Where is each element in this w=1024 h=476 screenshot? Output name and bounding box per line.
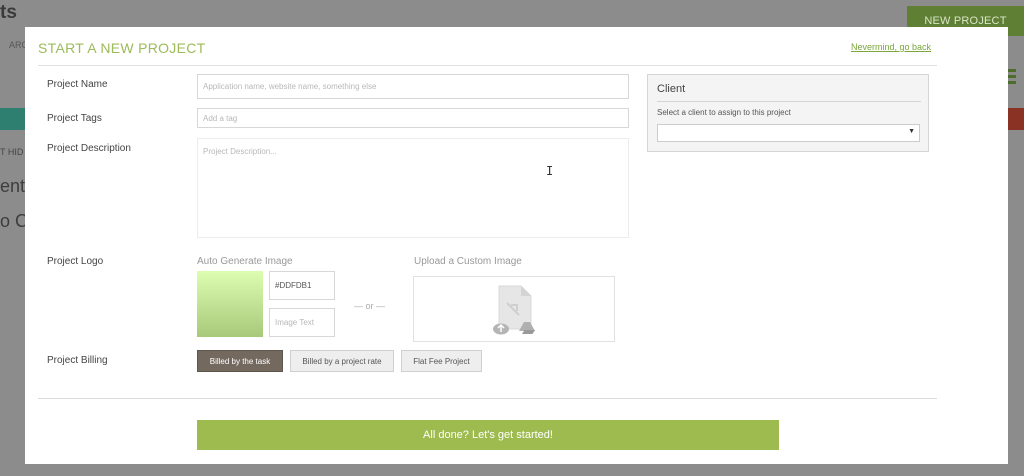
client-panel: Client Select a client to assign to this… <box>647 74 929 152</box>
logo-color-input[interactable]: #DDFDB1 <box>269 271 335 300</box>
divider <box>38 398 937 399</box>
modal-title: START A NEW PROJECT <box>38 40 206 56</box>
project-logo-label: Project Logo <box>47 256 104 267</box>
project-billing-label: Project Billing <box>47 355 108 366</box>
project-tags-input[interactable]: Add a tag <box>197 108 629 128</box>
client-title: Client <box>657 83 686 95</box>
billing-option-flat-fee[interactable]: Flat Fee Project <box>401 350 482 372</box>
project-description-label: Project Description <box>47 143 131 154</box>
text-cursor-icon: I <box>546 164 554 178</box>
billing-option-task[interactable]: Billed by the task <box>197 350 283 372</box>
client-hint: Select a client to assign to this projec… <box>657 108 791 117</box>
client-select[interactable]: ▼ <box>657 124 920 142</box>
chevron-down-icon: ▼ <box>908 128 915 135</box>
list-item: ent <box>0 176 26 196</box>
auto-generate-label: Auto Generate Image <box>197 256 293 267</box>
project-tags-label: Project Tags <box>47 113 102 124</box>
cloud-upload-icon[interactable] <box>492 321 510 335</box>
or-separator: — or — <box>354 301 386 311</box>
project-description-textarea[interactable]: Project Description... <box>197 138 629 238</box>
new-project-modal: START A NEW PROJECT Nevermind, go back P… <box>25 27 1008 464</box>
list-item: o C <box>0 211 29 231</box>
upload-custom-label: Upload a Custom Image <box>414 256 522 267</box>
logo-image-text-input[interactable]: Image Text <box>269 308 335 337</box>
column-header-left: T HID <box>0 147 24 157</box>
app-title: ts <box>0 2 17 23</box>
billing-option-project-rate[interactable]: Billed by a project rate <box>290 350 394 372</box>
get-started-button[interactable]: All done? Let's get started! <box>197 420 779 450</box>
logo-preview <box>197 271 263 337</box>
divider <box>657 101 921 102</box>
teal-bar <box>0 108 26 130</box>
google-drive-icon[interactable] <box>519 321 535 335</box>
project-name-label: Project Name <box>47 79 108 90</box>
upload-dropzone[interactable] <box>413 276 615 342</box>
project-name-input[interactable]: Application name, website name, somethin… <box>197 74 629 99</box>
nevermind-link[interactable]: Nevermind, go back <box>851 42 931 52</box>
divider <box>38 65 937 66</box>
